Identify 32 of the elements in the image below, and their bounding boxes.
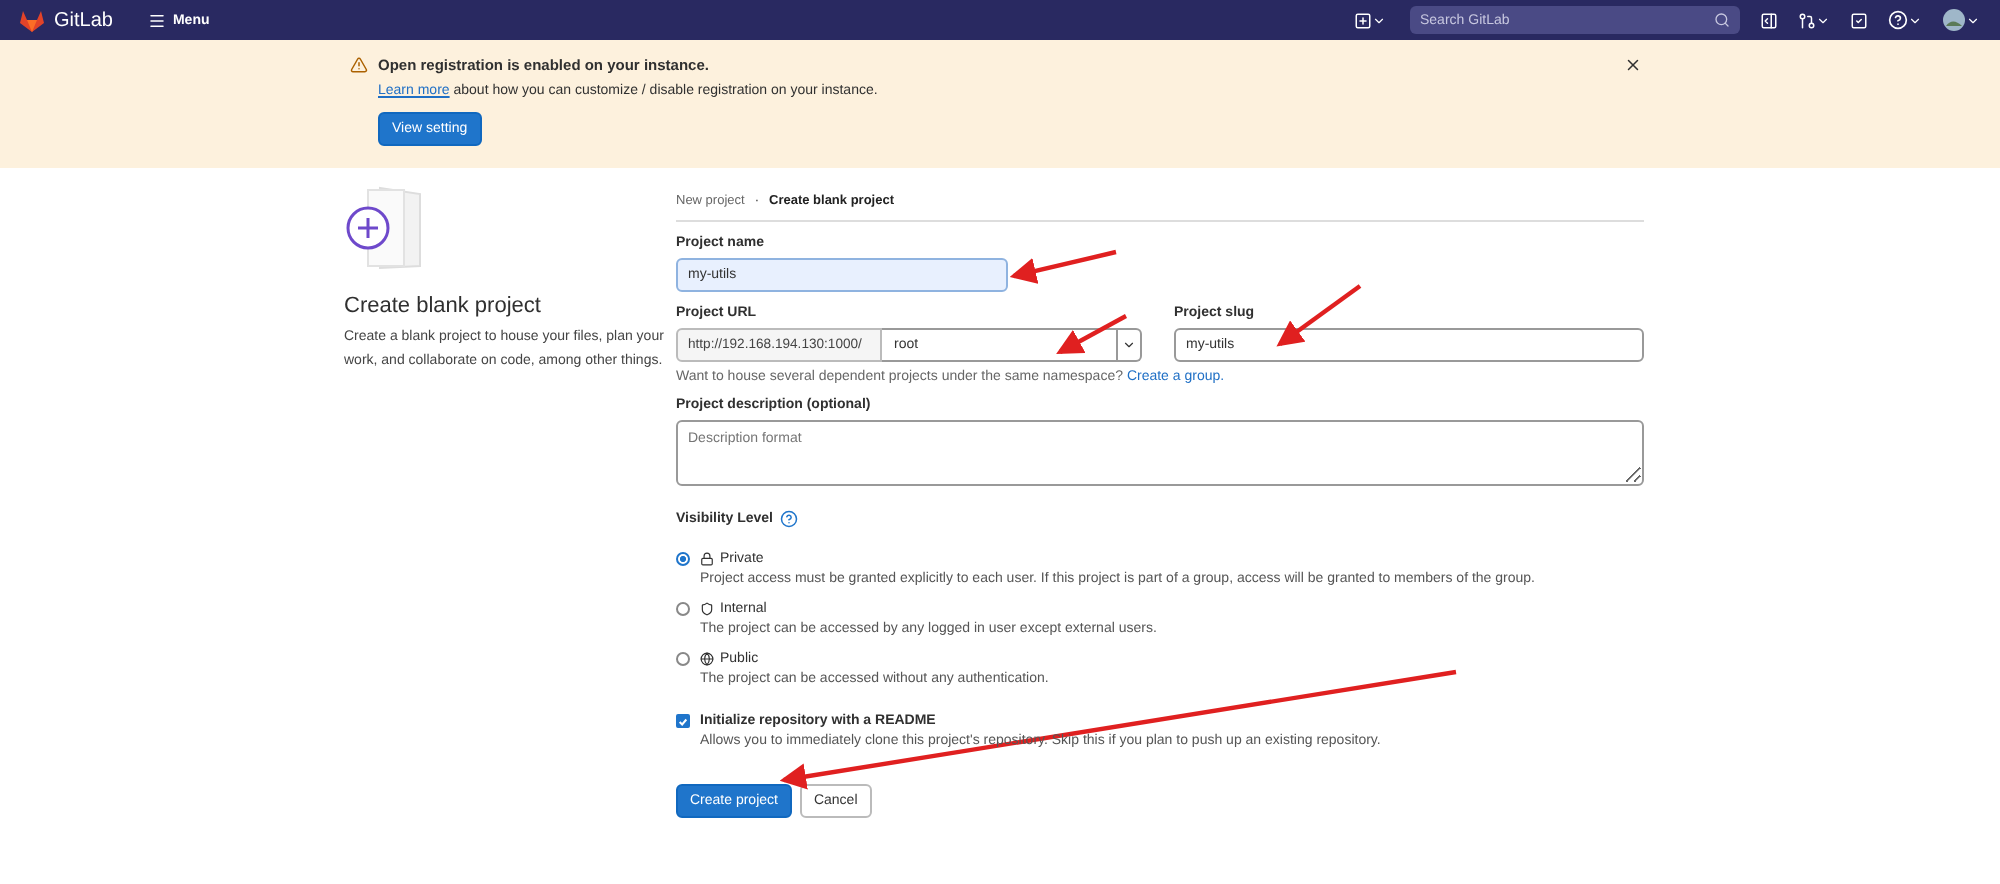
new-item-button[interactable] xyxy=(1354,11,1386,29)
caret-icon xyxy=(1966,13,1980,27)
page-heading: Create blank project xyxy=(344,294,543,318)
issues-button[interactable] xyxy=(1760,11,1778,29)
avatar-button[interactable] xyxy=(1942,8,1980,32)
visibility-icon xyxy=(700,652,714,666)
annotation-arrow xyxy=(1276,284,1362,347)
caret-icon xyxy=(1908,13,1922,27)
help-icon xyxy=(1888,10,1908,30)
warning-icon xyxy=(350,56,368,74)
help-icon[interactable] xyxy=(779,510,798,528)
caret-icon xyxy=(1816,13,1830,27)
visibility-radio[interactable] xyxy=(676,602,690,616)
menu-icon xyxy=(148,11,167,29)
annotation-arrow xyxy=(1009,249,1117,284)
visibility-radio[interactable] xyxy=(676,552,690,566)
help-button[interactable] xyxy=(1888,10,1922,30)
visibility-radio[interactable] xyxy=(676,652,690,666)
close-icon[interactable] xyxy=(1624,56,1642,74)
visibility-icon xyxy=(700,552,714,566)
merge-request-icon xyxy=(1798,11,1816,29)
caret-icon xyxy=(1372,13,1386,27)
todo-button[interactable] xyxy=(1850,11,1868,29)
visibility-icon xyxy=(700,602,714,616)
logo-text[interactable]: GitLab xyxy=(54,9,113,31)
readme-checkbox[interactable] xyxy=(676,714,690,728)
plus-icon xyxy=(1354,11,1372,29)
caret-icon xyxy=(1122,338,1136,352)
gitlab-logo-icon[interactable] xyxy=(20,9,44,31)
annotation-arrow xyxy=(1056,314,1128,355)
merge-requests-button[interactable] xyxy=(1798,11,1830,29)
search-icon xyxy=(1714,12,1730,28)
